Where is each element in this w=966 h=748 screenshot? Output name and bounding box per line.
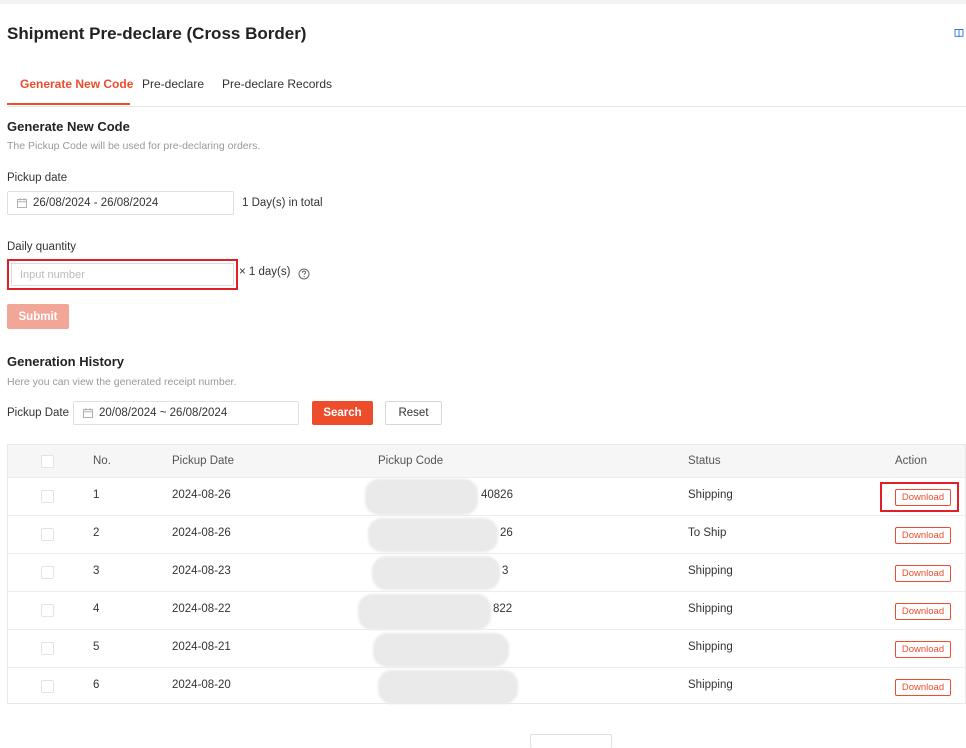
submit-button[interactable]: Submit [7,304,69,329]
row-status: Shipping [688,603,733,615]
row-pickup-code: 3 [502,565,509,577]
row-pickup-date: 2024-08-20 [172,679,231,691]
pickup-date-picker[interactable]: 26/08/2024 - 26/08/2024 [7,191,234,215]
table-row: 3 2024-08-23 3 Shipping Download [8,553,965,592]
download-button[interactable]: Download [895,527,951,544]
row-status: Shipping [688,489,733,501]
search-button[interactable]: Search [312,401,373,425]
table-row: 5 2024-08-21 Shipping Download [8,629,965,668]
tab-pre-declare[interactable]: Pre-declare [142,77,204,91]
row-checkbox[interactable] [41,528,54,541]
row-status: Shipping [688,565,733,577]
row-no: 1 [93,489,100,501]
redaction-blur [368,518,498,552]
top-divider [0,0,966,4]
days-total: 1 Day(s) in total [242,197,323,209]
history-table: No. Pickup Date Pickup Code Status Actio… [7,444,966,704]
quantity-multiplier: × 1 day(s) [239,266,291,278]
tab-pre-declare-records[interactable]: Pre-declare Records [222,77,332,91]
history-section-title: Generation History [7,354,125,369]
help-icon[interactable] [298,267,310,280]
redaction-blur [373,633,509,667]
select-all-checkbox[interactable] [41,455,54,468]
download-button[interactable]: Download [895,565,951,582]
row-pickup-date: 2024-08-21 [172,641,231,653]
table-row: 6 2024-08-20 Shipping Download [8,667,965,706]
row-checkbox[interactable] [41,490,54,503]
book-icon[interactable] [954,28,964,38]
download-button[interactable]: Download [895,641,951,658]
download-button[interactable]: Download [895,603,951,620]
table-header: No. Pickup Date Pickup Code Status Actio… [8,445,965,477]
calendar-icon [17,198,27,208]
row-checkbox[interactable] [41,642,54,655]
row-checkbox[interactable] [41,680,54,693]
row-pickup-code: 40826 [481,489,513,501]
row-status: Shipping [688,641,733,653]
row-status: Shipping [688,679,733,691]
pickup-date-label: Pickup date [7,172,68,184]
download-highlight-box [880,482,959,512]
row-no: 6 [93,679,100,691]
redaction-blur [365,479,478,515]
row-no: 3 [93,565,100,577]
generate-description: The Pickup Code will be used for pre-dec… [7,140,261,152]
page-title: Shipment Pre-declare (Cross Border) [7,24,307,43]
active-tab-indicator [7,103,130,105]
row-no: 2 [93,527,100,539]
row-pickup-date: 2024-08-22 [172,603,231,615]
pagination[interactable] [530,734,612,748]
download-button[interactable]: Download [895,679,951,696]
tab-generate-new-code[interactable]: Generate New Code [20,77,133,91]
table-row: 1 2024-08-26 40826 Shipping Download [8,477,965,516]
table-row: 2 2024-08-26 26 To Ship Download [8,515,965,554]
redaction-blur [358,594,491,630]
row-pickup-code: 822 [493,603,513,615]
row-no: 4 [93,603,100,615]
daily-quantity-label: Daily quantity [7,241,77,253]
column-header-no: No. [93,455,111,467]
redaction-blur [378,670,518,704]
history-date-range-picker[interactable]: 20/08/2024 ~ 26/08/2024 [73,401,299,425]
row-pickup-date: 2024-08-26 [172,489,231,501]
row-checkbox[interactable] [41,604,54,617]
table-row: 4 2024-08-22 822 Shipping Download [8,591,965,630]
row-status: To Ship [688,527,727,539]
column-header-pickup-code: Pickup Code [378,455,444,467]
tab-bar: Generate New Code Pre-declare Pre-declar… [7,62,966,107]
row-pickup-code: 26 [500,527,513,539]
column-header-pickup-date: Pickup Date [172,455,235,467]
daily-quantity-input[interactable] [11,263,234,286]
row-pickup-date: 2024-08-26 [172,527,231,539]
row-pickup-date: 2024-08-23 [172,565,231,577]
redaction-blur [372,556,500,590]
generate-section-title: Generate New Code [7,119,130,134]
pickup-date-value: 26/08/2024 - 26/08/2024 [33,197,159,209]
row-no: 5 [93,641,100,653]
row-checkbox[interactable] [41,566,54,579]
reset-button[interactable]: Reset [385,401,442,425]
history-date-range-value: 20/08/2024 ~ 26/08/2024 [99,407,228,419]
quantity-highlight-box [7,259,238,290]
history-filter-label: Pickup Date [7,407,70,419]
calendar-icon [83,408,93,418]
column-header-status: Status [688,455,721,467]
column-header-action: Action [895,455,927,467]
history-description: Here you can view the generated receipt … [7,376,237,388]
